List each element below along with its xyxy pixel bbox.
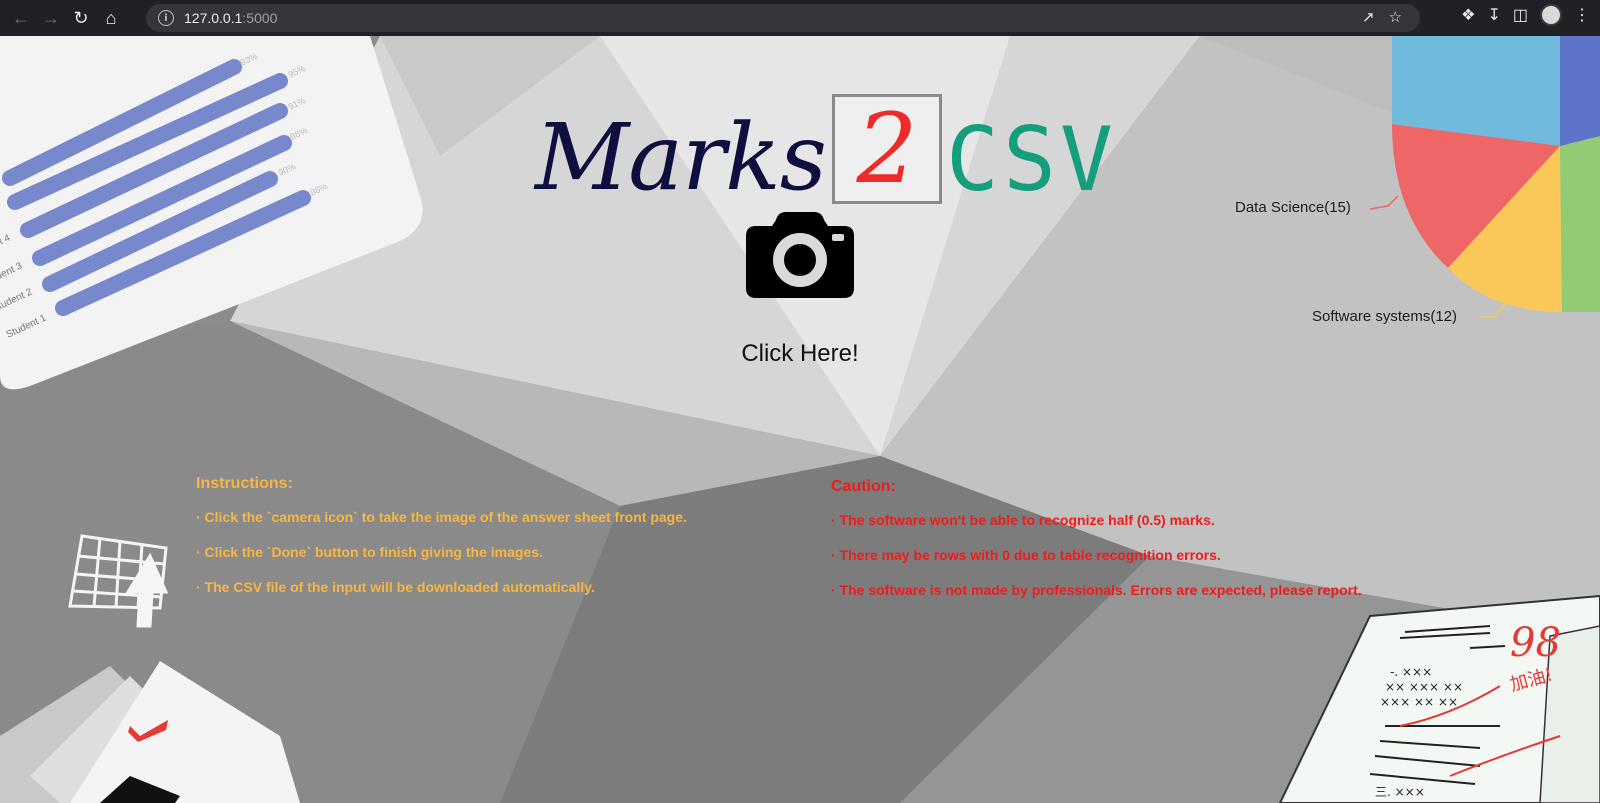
info-icon[interactable]: i: [158, 10, 174, 26]
reload-icon[interactable]: ↻: [66, 3, 96, 33]
profile-avatar[interactable]: [1540, 4, 1562, 26]
home-icon[interactable]: ⌂: [96, 3, 126, 33]
forward-icon[interactable]: →: [36, 3, 66, 33]
menu-icon[interactable]: ⋮: [1574, 5, 1590, 25]
address-bar[interactable]: i 127.0.0.1:5000 ↗ ☆: [146, 4, 1420, 32]
pie-label-software-systems: Software systems(12): [1312, 308, 1458, 325]
extensions-icon[interactable]: ❖: [1461, 5, 1475, 25]
caution-section: Caution: · The software won't be able to…: [831, 478, 1362, 617]
caution-heading: Caution:: [831, 478, 896, 495]
instruction-item: · Click the `Done` button to finish givi…: [196, 544, 543, 560]
share-icon[interactable]: ↗: [1362, 8, 1375, 26]
svg-text:三. ×××: 三. ×××: [1375, 785, 1425, 799]
url-host: 127.0.0.1: [184, 10, 243, 26]
svg-text:-. ×××: -. ×××: [1390, 665, 1432, 679]
click-here-button[interactable]: Click Here!: [700, 340, 900, 368]
score-98: 98: [1510, 620, 1561, 666]
star-icon[interactable]: ☆: [1389, 8, 1402, 26]
app-logo: Marks 2 CSV: [535, 94, 1117, 204]
logo-csv: CSV: [946, 108, 1117, 211]
caution-item: · The software is not made by profession…: [831, 582, 1362, 598]
url-port: :5000: [242, 10, 278, 26]
logo-two-text: 2: [856, 93, 918, 205]
back-icon[interactable]: ←: [6, 3, 36, 33]
instructions-heading: Instructions:: [196, 475, 293, 492]
logo-marks: Marks: [535, 104, 827, 211]
svg-text:×× ××× ××: ×× ××× ××: [1385, 680, 1463, 694]
pie-label-data-science: Data Science(15): [1235, 199, 1351, 216]
camera-icon[interactable]: [746, 212, 854, 298]
caution-item: · The software won't be able to recogniz…: [831, 512, 1215, 528]
caution-item: · There may be rows with 0 due to table …: [831, 547, 1221, 563]
instruction-item: · The CSV file of the input will be down…: [196, 579, 595, 595]
browser-toolbar: ← → ↻ ⌂ i 127.0.0.1:5000 ↗ ☆ ❖ ↧ ◫ ⋮: [0, 0, 1600, 36]
svg-text:××× ×× ××: ××× ×× ××: [1380, 695, 1458, 709]
instructions-section: Instructions: · Click the `camera icon` …: [196, 475, 687, 614]
side-panel-icon[interactable]: ◫: [1513, 5, 1528, 25]
logo-two: 2: [832, 94, 942, 204]
download-icon[interactable]: ↧: [1487, 5, 1500, 25]
page-content: 93% 95% 91% 88% 90% 86% Student 1 Studen…: [0, 36, 1600, 803]
instruction-item: · Click the `camera icon` to take the im…: [196, 509, 687, 525]
